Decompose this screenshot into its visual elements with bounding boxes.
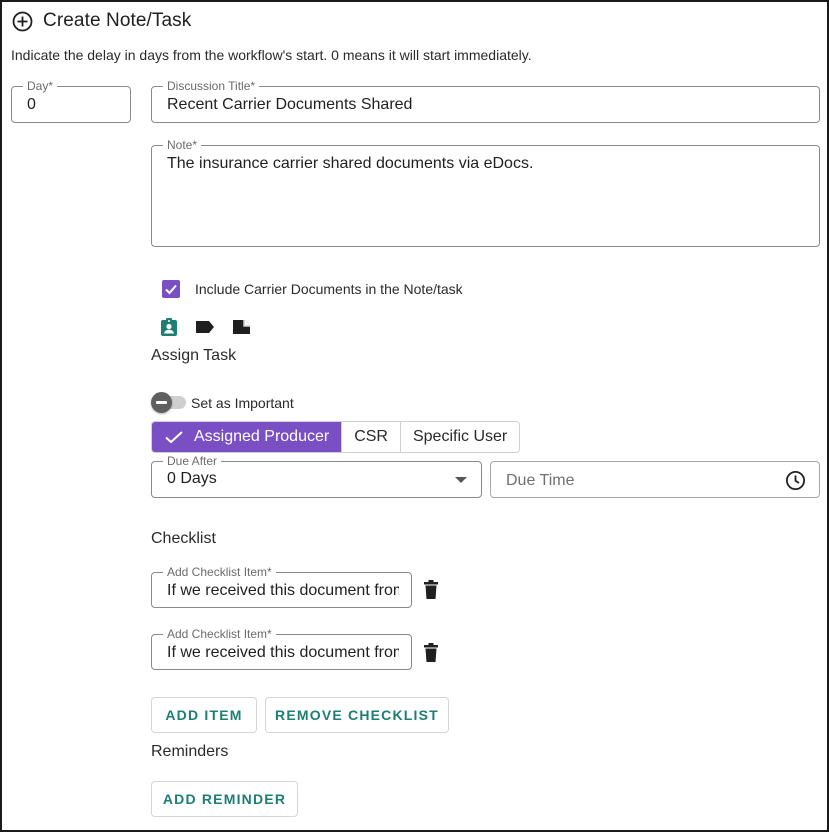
checklist-item-label: Add Checklist Item* (163, 565, 276, 579)
checklist-item-input[interactable]: Add Checklist Item* If we received this … (151, 565, 412, 608)
chevron-down-icon (455, 477, 467, 484)
assignee-option-label: CSR (354, 428, 388, 445)
note-field-value[interactable]: The insurance carrier shared documents v… (167, 155, 533, 173)
page-title: Create Note/Task (43, 10, 192, 31)
assign-task-heading: Assign Task (151, 347, 237, 364)
page-subtitle: Indicate the delay in days from the work… (11, 47, 532, 63)
clock-icon[interactable] (785, 470, 806, 491)
checklist-item-value[interactable]: If we received this document from (167, 644, 399, 662)
delete-icon[interactable] (423, 643, 439, 663)
checklist-item-input[interactable]: Add Checklist Item* If we received this … (151, 627, 412, 670)
reminders-heading: Reminders (151, 743, 229, 760)
assignee-option-assigned-producer[interactable]: Assigned Producer (152, 422, 342, 452)
discussion-title-label: Discussion Title* (163, 79, 260, 93)
label-icon[interactable] (194, 319, 216, 335)
important-toggle[interactable] (151, 392, 172, 413)
due-after-label: Due After (163, 454, 222, 468)
checklist-item-value[interactable]: If we received this document from (167, 582, 399, 600)
day-field[interactable]: Day* 0 (11, 79, 131, 123)
include-carrier-docs-checkbox[interactable] (162, 280, 180, 298)
delete-icon[interactable] (423, 580, 439, 600)
assignee-toggle-group: Assigned Producer CSR Specific User (151, 421, 521, 453)
check-icon (164, 430, 184, 444)
assignee-option-label: Specific User (412, 428, 508, 445)
add-circle-icon (12, 11, 33, 32)
sticky-note-icon[interactable] (231, 318, 251, 336)
add-reminder-button[interactable]: ADD REMINDER (151, 781, 298, 817)
note-field-label: Note* (163, 138, 202, 152)
assignment-ind-icon[interactable] (159, 317, 179, 337)
assignee-option-label: Assigned Producer (194, 428, 330, 445)
add-item-button[interactable]: ADD ITEM (151, 697, 257, 733)
due-after-value: 0 Days (167, 470, 217, 487)
remove-checklist-button[interactable]: REMOVE CHECKLIST (265, 697, 449, 733)
assignee-option-specific-user[interactable]: Specific User (399, 422, 520, 452)
due-time-field[interactable]: Due Time (490, 461, 820, 498)
discussion-title-value[interactable]: Recent Carrier Documents Shared (167, 96, 412, 114)
assignee-option-csr[interactable]: CSR (341, 422, 400, 452)
due-after-select[interactable]: Due After 0 Days (151, 454, 482, 498)
discussion-title-field[interactable]: Discussion Title* Recent Carrier Documen… (151, 79, 820, 123)
day-field-label: Day* (23, 79, 58, 93)
day-field-value[interactable]: 0 (27, 96, 36, 114)
checklist-heading: Checklist (151, 530, 216, 547)
important-toggle-label: Set as Important (191, 395, 294, 411)
due-time-placeholder: Due Time (506, 472, 575, 489)
checklist-item-label: Add Checklist Item* (163, 627, 276, 641)
include-carrier-docs-label: Include Carrier Documents in the Note/ta… (195, 281, 463, 297)
note-field[interactable]: Note* The insurance carrier shared docum… (151, 138, 820, 247)
